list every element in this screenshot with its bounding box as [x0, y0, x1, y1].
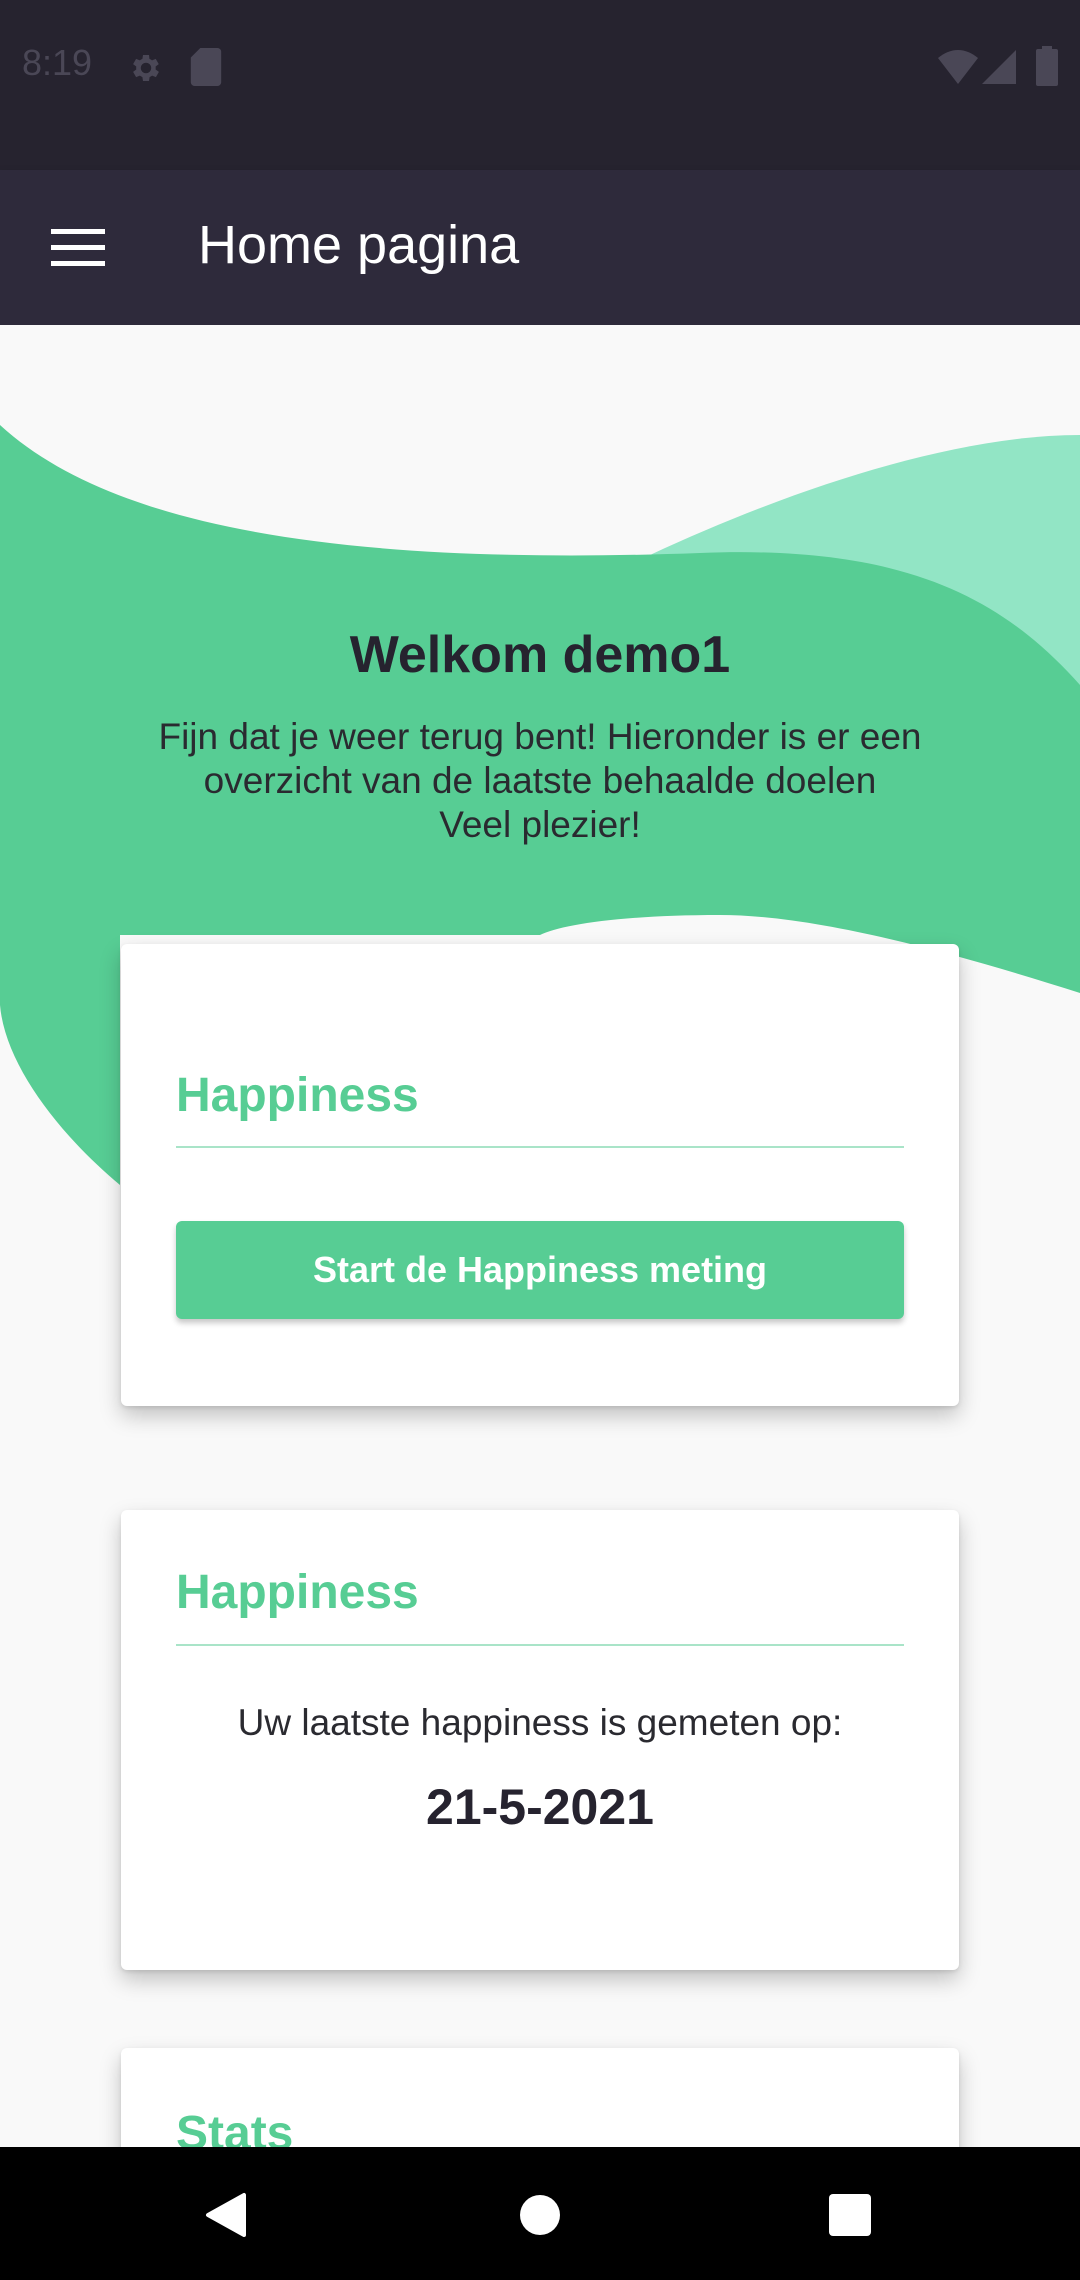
system-nav-bar: [0, 2147, 1080, 2280]
welcome-line: Veel plezier!: [439, 804, 641, 845]
home-content[interactable]: Welkom demo1 Fijn dat je weer terug bent…: [0, 325, 1080, 2147]
welcome-message: Fijn dat je weer terug bent! Hieronder i…: [0, 715, 1080, 847]
start-happiness-button[interactable]: Start de Happiness meting: [176, 1221, 904, 1319]
card-divider: [176, 1644, 904, 1646]
app-bar: Home pagina: [0, 170, 1080, 325]
welcome-line: overzicht van de laatste behaalde doelen: [203, 760, 877, 801]
happiness-last-card: Happiness Uw laatste happiness is gemete…: [121, 1510, 959, 1970]
card-title: Stats: [176, 2107, 294, 2147]
recents-button[interactable]: [812, 2177, 887, 2252]
status-bar: 8:19: [0, 0, 1080, 170]
sd-card-icon: [190, 48, 222, 86]
home-button[interactable]: [502, 2177, 577, 2252]
last-measured-label: Uw laatste happiness is gemeten op:: [237, 1702, 843, 1743]
card-title: Happiness: [176, 1069, 419, 1122]
page-title: Home pagina: [198, 215, 520, 275]
back-icon: [205, 2192, 246, 2237]
happiness-start-card: Happiness Start de Happiness meting: [121, 944, 959, 1406]
menu-icon: [50, 228, 105, 266]
last-measured-date: 21-5-2021: [426, 1779, 654, 1835]
home-icon: [519, 2194, 560, 2235]
welcome-line: Fijn dat je weer terug bent! Hieronder i…: [158, 716, 922, 757]
battery-icon: [1036, 46, 1058, 86]
welcome-title: Welkom demo1: [349, 626, 731, 684]
status-time: 8:19: [22, 42, 93, 83]
menu-button[interactable]: [40, 215, 115, 280]
stats-card: Stats: [121, 2048, 959, 2147]
recents-icon: [828, 2193, 871, 2236]
settings-icon: [133, 54, 159, 82]
back-button[interactable]: [188, 2177, 263, 2252]
card-title: Happiness: [176, 1566, 419, 1619]
wifi-icon: [938, 50, 978, 84]
signal-icon: [982, 50, 1016, 84]
card-divider: [176, 1146, 904, 1148]
